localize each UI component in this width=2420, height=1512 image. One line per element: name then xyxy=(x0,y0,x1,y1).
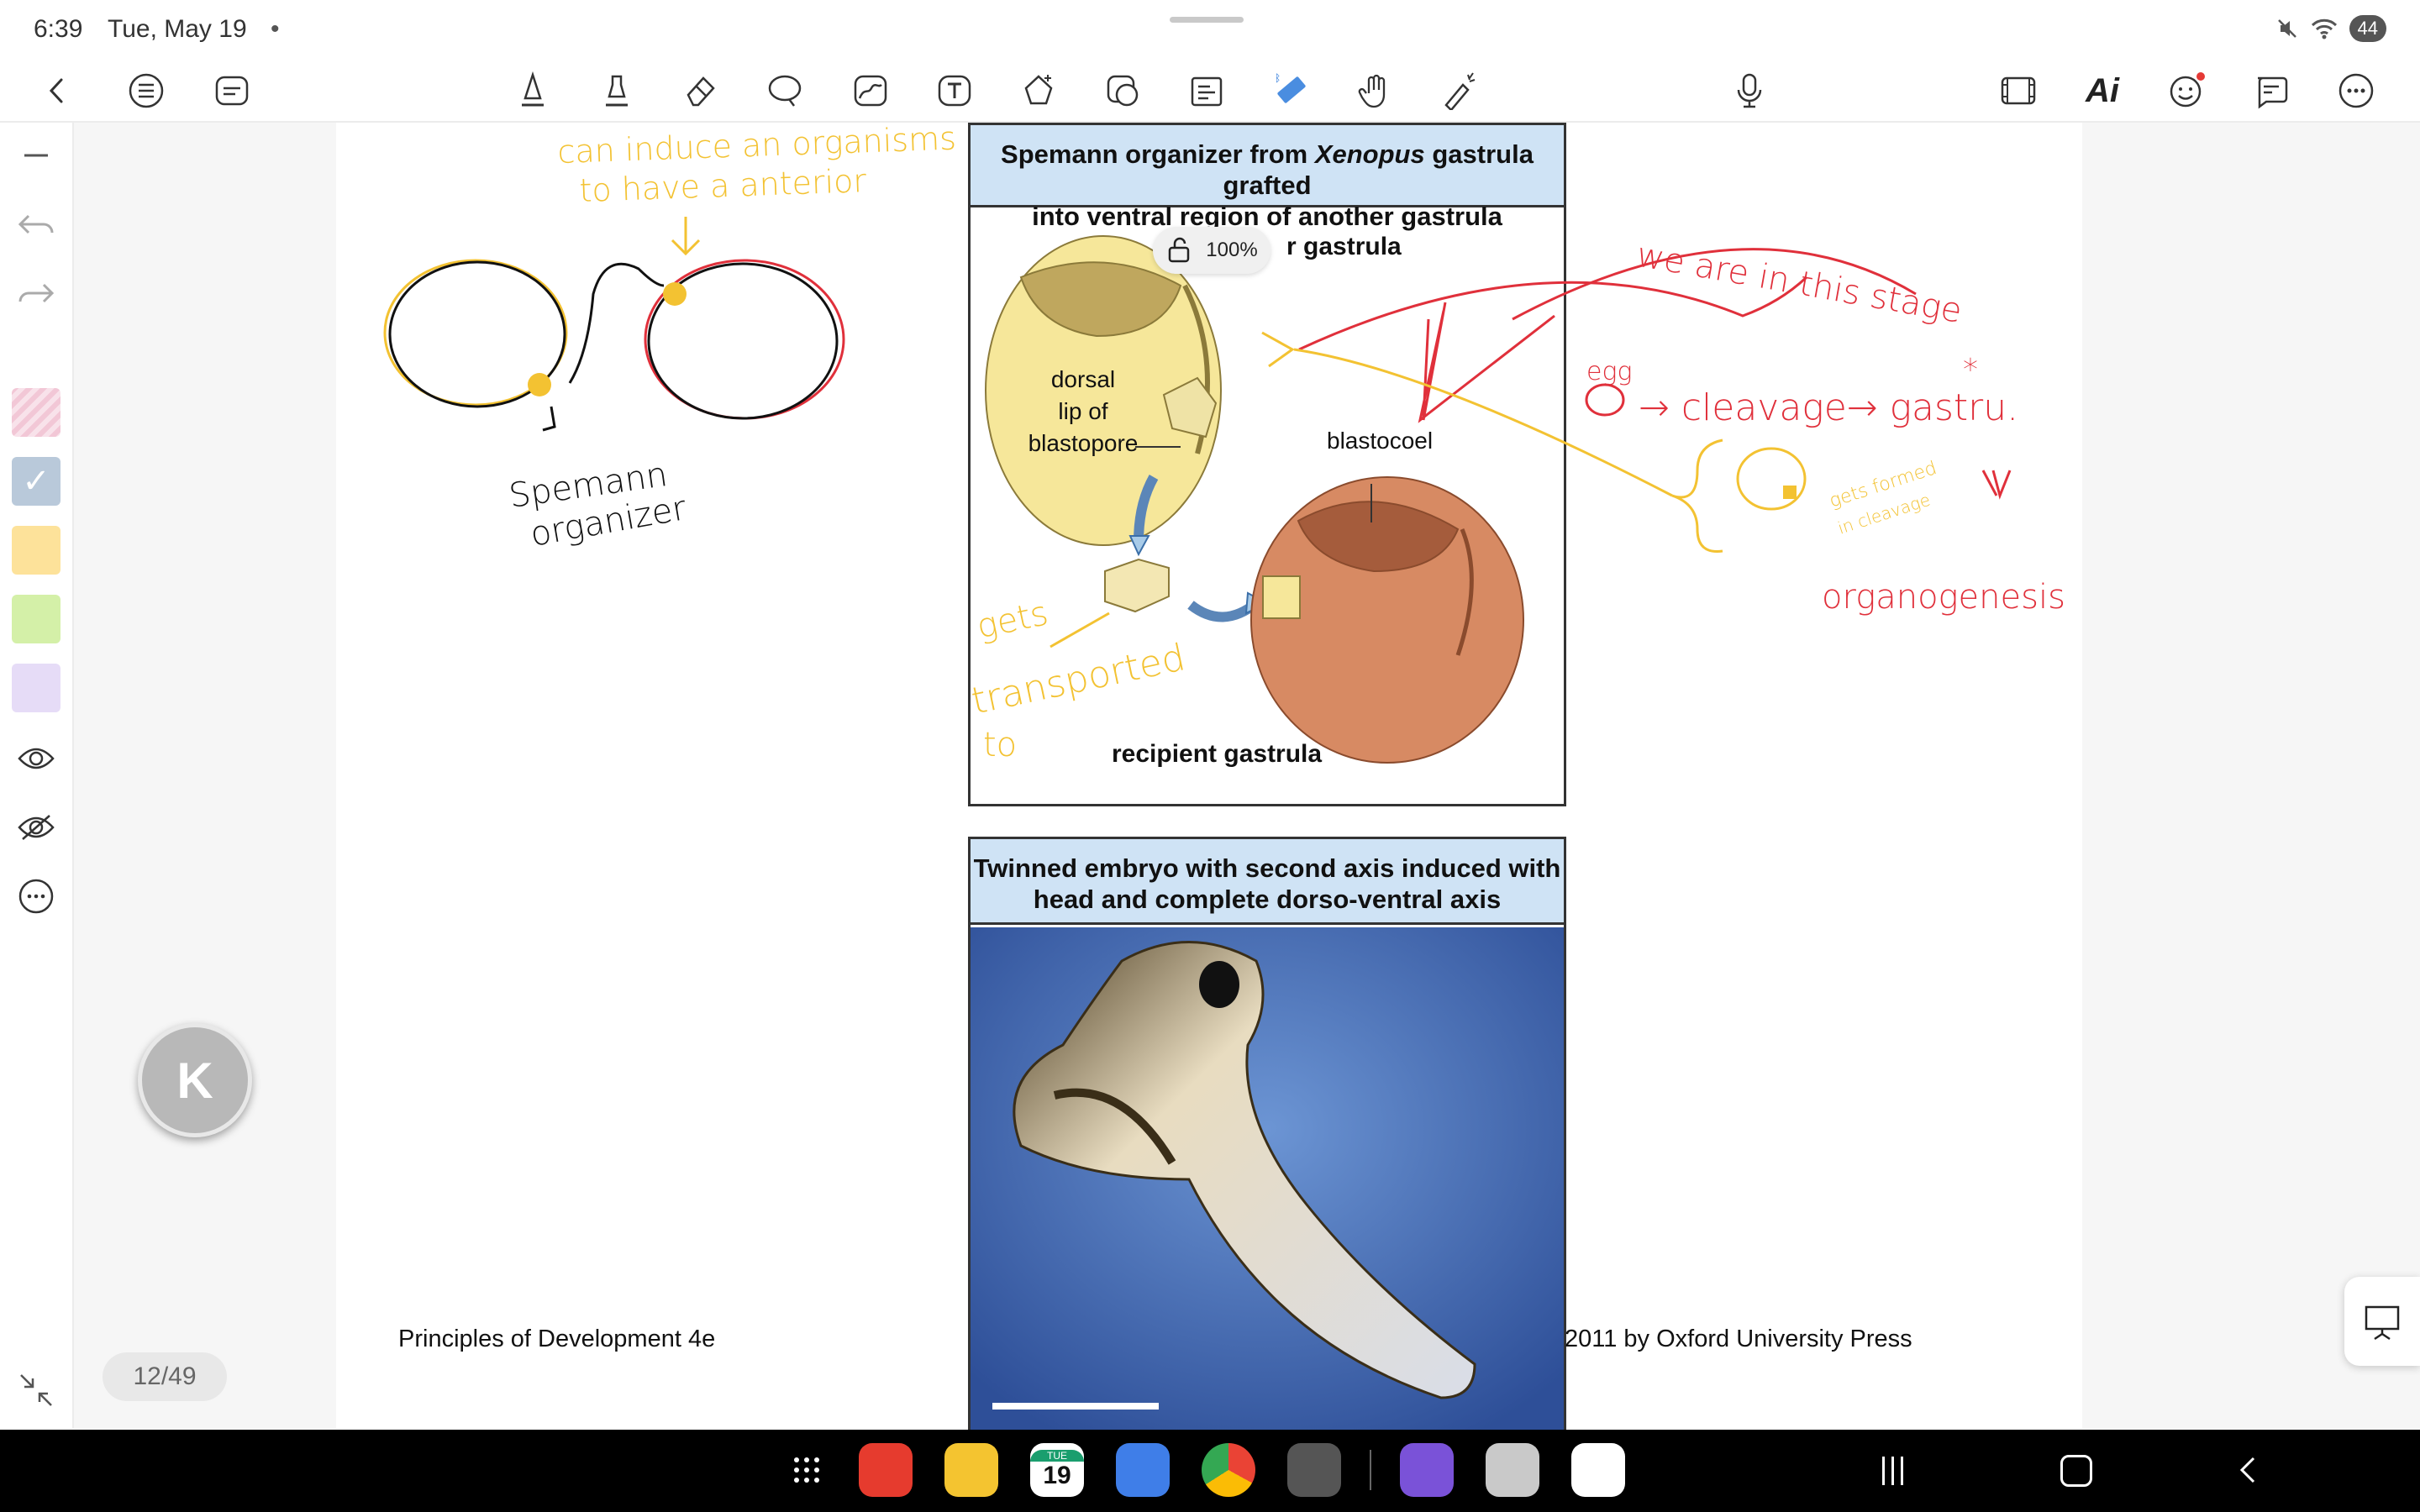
ink-we-are-in-this-stage: we are in this stage xyxy=(1634,236,1965,331)
ink-layer: can induce an organisms to have a anteri… xyxy=(383,119,2065,764)
back-nav-icon[interactable] xyxy=(2235,1453,2260,1487)
ink-yellow-2: to have a anterior xyxy=(579,162,867,209)
ink-asterisk: * xyxy=(1963,353,1978,387)
calendar-num: 19 xyxy=(1043,1462,1071,1489)
folder-app-icon[interactable] xyxy=(1486,1443,1539,1497)
dock-divider xyxy=(1370,1450,1371,1490)
page-counter[interactable]: 12/49 xyxy=(103,1352,227,1401)
floating-k-button[interactable]: K xyxy=(138,1023,252,1137)
camera-app-icon[interactable] xyxy=(1287,1443,1341,1497)
presentation-button[interactable] xyxy=(2344,1277,2420,1366)
recents-nav-icon[interactable] xyxy=(1882,1457,1912,1485)
files-app-icon[interactable] xyxy=(944,1443,998,1497)
chrome-app-icon[interactable] xyxy=(1202,1443,1255,1497)
ink-gets: gets xyxy=(974,594,1052,647)
calendar-day: TUE xyxy=(1030,1450,1084,1462)
home-nav-icon[interactable] xyxy=(2060,1455,2092,1487)
ink-to: to xyxy=(983,726,1017,764)
ink-egg: egg xyxy=(1586,357,1632,386)
system-dock: TUE 19 xyxy=(0,1430,2420,1512)
gmail-app-icon[interactable] xyxy=(1571,1443,1625,1497)
notes-app-icon[interactable] xyxy=(859,1443,913,1497)
ink-transported: transported xyxy=(968,636,1189,723)
calendar-app-icon[interactable]: TUE 19 xyxy=(1030,1443,1084,1497)
pen-app-icon[interactable] xyxy=(1400,1443,1454,1497)
ink-yellow-1: can induce an organisms xyxy=(557,119,957,171)
ink-cleavage-gastru: → cleavage→ gastru. xyxy=(1639,386,2018,429)
messages-app-icon[interactable] xyxy=(1116,1443,1170,1497)
app-grid-icon[interactable] xyxy=(781,1443,832,1497)
ink-organogenesis: organogenesis xyxy=(1822,578,2065,617)
presentation-icon xyxy=(2365,1305,2400,1341)
